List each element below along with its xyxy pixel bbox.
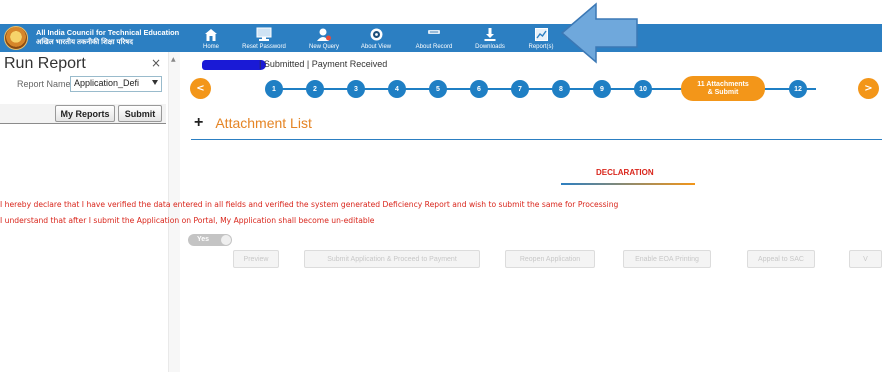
nav-reset-password-label: Reset Password — [242, 44, 286, 50]
nav-home-label: Home — [202, 44, 219, 50]
stepper-next-button[interactable]: > — [858, 78, 879, 99]
report-actions-bar: My Reports Submit — [0, 104, 166, 124]
step-9[interactable]: 9 — [593, 80, 611, 98]
nav-about-record[interactable]: About Record — [410, 24, 458, 52]
step-11-attachments-submit[interactable]: 11 Attachments & Submit — [681, 76, 765, 101]
org-name-english: All India Council for Technical Educatio… — [36, 28, 180, 37]
nav-home[interactable]: Home — [198, 24, 224, 52]
step-1[interactable]: 1 — [265, 80, 283, 98]
appeal-to-sac-button[interactable]: Appeal to SAC — [747, 250, 815, 268]
nav-new-query[interactable]: New Query — [304, 24, 344, 52]
declaration-yes-toggle[interactable]: Yes — [188, 234, 232, 246]
org-name-hindi: अखिल भारतीय तकनीकी शिक्षा परिषद — [36, 39, 133, 46]
truncated-action-button[interactable]: V — [849, 250, 882, 268]
nav-new-query-label: New Query — [308, 44, 339, 50]
main-content: | Submitted | Payment Received < 1 2 3 4… — [0, 52, 882, 372]
close-icon[interactable]: × — [151, 56, 161, 70]
attachment-list-title: Attachment List — [215, 115, 312, 131]
nav-downloads[interactable]: Downloads — [472, 24, 508, 52]
step-7[interactable]: 7 — [511, 80, 529, 98]
declaration-line-2: I understand that after I submit the App… — [0, 216, 375, 225]
toggle-label: Yes — [197, 236, 210, 243]
stepper-prev-button[interactable]: < — [190, 78, 211, 99]
report-name-select[interactable]: Application_Defi — [70, 76, 162, 92]
my-reports-button[interactable]: My Reports — [55, 105, 115, 122]
reopen-application-button[interactable]: Reopen Application — [505, 250, 595, 268]
top-navbar: All India Council for Technical Educatio… — [0, 24, 882, 52]
run-report-title: Run Report — [4, 55, 86, 72]
submit-report-button[interactable]: Submit — [118, 105, 162, 122]
enable-eoa-printing-button[interactable]: Enable EOA Printing — [623, 250, 711, 268]
scroll-up-icon[interactable]: ▲ — [171, 56, 176, 63]
attachment-list-header[interactable]: + Attachment List — [194, 114, 312, 132]
application-status: | Submitted | Payment Received — [259, 59, 388, 69]
step-3[interactable]: 3 — [347, 80, 365, 98]
step-12[interactable]: 12 — [789, 80, 807, 98]
report-name-value: Application_Defi — [74, 78, 140, 88]
declaration-underline — [561, 183, 695, 185]
user-query-icon — [316, 26, 332, 43]
declaration-title: DECLARATION — [596, 168, 654, 177]
nav-reports[interactable]: Report(s) — [524, 24, 558, 52]
record-icon — [426, 26, 442, 43]
nav-about-view-label: About View — [360, 44, 392, 50]
download-icon — [483, 26, 497, 43]
nav-about-record-label: About Record — [415, 44, 453, 50]
run-report-panel: Run Report × Report Name Application_Def… — [0, 52, 180, 372]
chevron-down-icon — [152, 80, 158, 85]
toggle-knob — [221, 235, 231, 245]
step-10[interactable]: 10 — [634, 80, 652, 98]
report-icon — [534, 26, 549, 43]
app-window: All India Council for Technical Educatio… — [0, 0, 882, 372]
brand-text: All India Council for Technical Educatio… — [36, 28, 179, 48]
home-icon — [204, 26, 218, 43]
step-8[interactable]: 8 — [552, 80, 570, 98]
step-11-label-line2: & Submit — [707, 88, 739, 96]
step-4[interactable]: 4 — [388, 80, 406, 98]
report-name-label: Report Name — [17, 79, 71, 89]
redacted-application-id — [202, 60, 266, 70]
declaration-line-1: I hereby declare that I have verified th… — [0, 200, 619, 209]
section-divider — [191, 139, 882, 140]
aicte-logo — [4, 26, 28, 50]
eye-icon — [369, 26, 384, 43]
step-5[interactable]: 5 — [429, 80, 447, 98]
panel-scrollbar[interactable]: ▲ — [168, 52, 180, 372]
monitor-icon — [256, 26, 272, 43]
step-11-label-line1: 11 Attachments — [697, 80, 749, 88]
step-6[interactable]: 6 — [470, 80, 488, 98]
nav-downloads-label: Downloads — [475, 44, 505, 50]
preview-button[interactable]: Preview — [233, 250, 279, 268]
nav-reports-label: Report(s) — [528, 44, 554, 50]
nav-reset-password[interactable]: Reset Password — [238, 24, 290, 52]
expand-plus-icon[interactable]: + — [194, 114, 203, 132]
nav-about-view[interactable]: About View — [357, 24, 395, 52]
brand[interactable]: All India Council for Technical Educatio… — [4, 25, 179, 51]
submit-application-proceed-payment-button[interactable]: Submit Application & Proceed to Payment — [304, 250, 480, 268]
step-2[interactable]: 2 — [306, 80, 324, 98]
